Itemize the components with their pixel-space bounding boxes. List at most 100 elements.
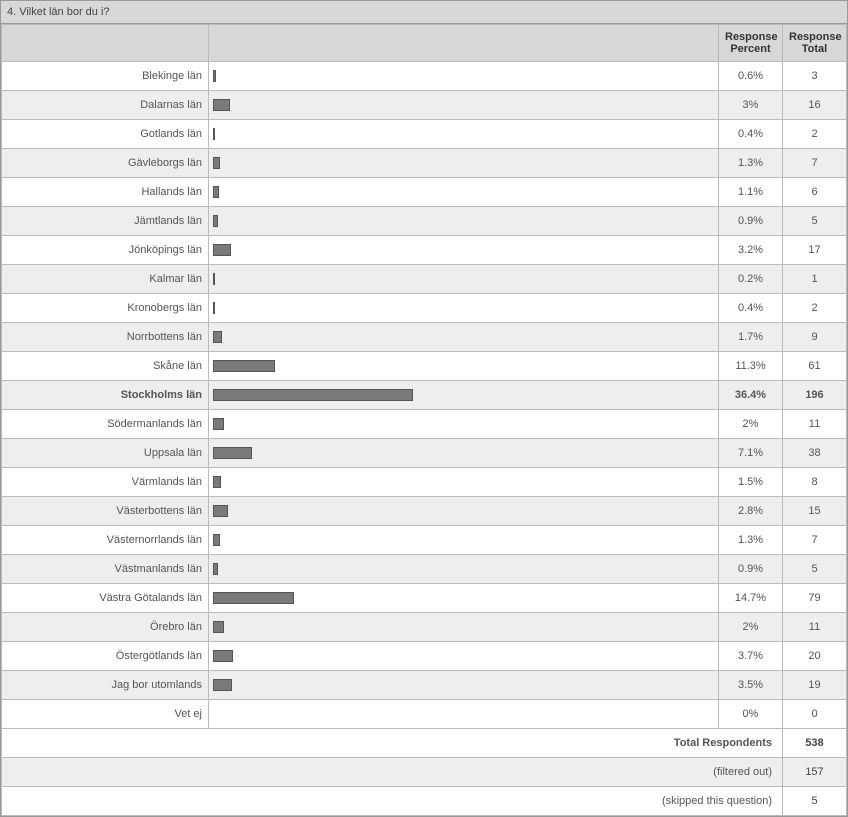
row-bar-cell: [209, 323, 719, 352]
row-label: Jämtlands län: [2, 207, 209, 236]
row-label: Dalarnas län: [2, 91, 209, 120]
row-total: 5: [783, 555, 847, 584]
row-bar-cell: [209, 62, 719, 91]
bar: [213, 447, 252, 459]
row-total: 1: [783, 265, 847, 294]
row-percent: 2%: [719, 613, 783, 642]
summary-row: (skipped this question)5: [2, 787, 847, 816]
row-bar-cell: [209, 149, 719, 178]
summary-label: Total Respondents: [2, 729, 783, 758]
table-row: Västmanlands län0.9%5: [2, 555, 847, 584]
row-percent: 1.3%: [719, 526, 783, 555]
table-row: Västra Götalands län14.7%79: [2, 584, 847, 613]
table-row: Blekinge län0.6%3: [2, 62, 847, 91]
row-percent: 1.7%: [719, 323, 783, 352]
row-total: 0: [783, 700, 847, 729]
summary-value: 157: [783, 758, 847, 787]
table-row: Vet ej0%0: [2, 700, 847, 729]
header-row: Response Percent Response Total: [2, 25, 847, 62]
row-percent: 1.1%: [719, 178, 783, 207]
row-percent: 0.9%: [719, 207, 783, 236]
table-row: Västerbottens län2.8%15: [2, 497, 847, 526]
row-total: 17: [783, 236, 847, 265]
row-label: Jönköpings län: [2, 236, 209, 265]
row-bar-cell: [209, 352, 719, 381]
row-total: 3: [783, 62, 847, 91]
row-label: Uppsala län: [2, 439, 209, 468]
row-percent: 0%: [719, 700, 783, 729]
row-percent: 1.5%: [719, 468, 783, 497]
row-label: Östergötlands län: [2, 642, 209, 671]
row-label: Skåne län: [2, 352, 209, 381]
row-bar-cell: [209, 265, 719, 294]
row-label: Kronobergs län: [2, 294, 209, 323]
row-percent: 0.4%: [719, 294, 783, 323]
bar: [213, 592, 294, 604]
table-row: Gävleborgs län1.3%7: [2, 149, 847, 178]
bar: [213, 476, 221, 488]
row-label: Värmlands län: [2, 468, 209, 497]
row-label: Blekinge län: [2, 62, 209, 91]
row-bar-cell: [209, 439, 719, 468]
row-total: 196: [783, 381, 847, 410]
table-row: Stockholms län36.4%196: [2, 381, 847, 410]
row-label: Västra Götalands län: [2, 584, 209, 613]
row-total: 7: [783, 149, 847, 178]
table-row: Jag bor utomlands3.5%19: [2, 671, 847, 700]
row-bar-cell: [209, 178, 719, 207]
bar: [213, 650, 233, 662]
table-row: Hallands län1.1%6: [2, 178, 847, 207]
header-percent: Response Percent: [719, 25, 783, 62]
row-label: Örebro län: [2, 613, 209, 642]
row-total: 2: [783, 120, 847, 149]
table-row: Dalarnas län3%16: [2, 91, 847, 120]
row-bar-cell: [209, 381, 719, 410]
row-bar-cell: [209, 410, 719, 439]
row-total: 20: [783, 642, 847, 671]
row-label: Västerbottens län: [2, 497, 209, 526]
row-bar-cell: [209, 468, 719, 497]
row-bar-cell: [209, 294, 719, 323]
row-total: 8: [783, 468, 847, 497]
row-bar-cell: [209, 236, 719, 265]
row-percent: 3.2%: [719, 236, 783, 265]
row-total: 11: [783, 410, 847, 439]
row-total: 2: [783, 294, 847, 323]
table-row: Uppsala län7.1%38: [2, 439, 847, 468]
row-label: Västernorrlands län: [2, 526, 209, 555]
table-row: Kalmar län 0.2%1: [2, 265, 847, 294]
bar: [213, 70, 216, 82]
row-total: 11: [783, 613, 847, 642]
row-percent: 11.3%: [719, 352, 783, 381]
table-row: Skåne län 11.3%61: [2, 352, 847, 381]
summary-value: 538: [783, 729, 847, 758]
table-row: Östergötlands län 3.7%20: [2, 642, 847, 671]
row-bar-cell: [209, 584, 719, 613]
bar: [213, 128, 215, 140]
bar: [213, 360, 275, 372]
row-total: 61: [783, 352, 847, 381]
bar: [213, 302, 215, 314]
bar: [213, 273, 215, 285]
row-label: Kalmar län: [2, 265, 209, 294]
row-total: 16: [783, 91, 847, 120]
survey-results-panel: 4. Vilket län bor du i? Response Percent…: [0, 0, 848, 817]
row-bar-cell: [209, 526, 719, 555]
row-percent: 7.1%: [719, 439, 783, 468]
bar: [213, 679, 232, 691]
row-bar-cell: [209, 497, 719, 526]
header-total: Response Total: [783, 25, 847, 62]
summary-label: (filtered out): [2, 758, 783, 787]
table-row: Värmlands län 1.5%8: [2, 468, 847, 497]
bar: [213, 215, 218, 227]
row-percent: 3.7%: [719, 642, 783, 671]
row-label: Hallands län: [2, 178, 209, 207]
row-bar-cell: [209, 700, 719, 729]
row-percent: 1.3%: [719, 149, 783, 178]
table-row: Jönköpings län 3.2%17: [2, 236, 847, 265]
table-row: Gotlands län0.4%2: [2, 120, 847, 149]
row-bar-cell: [209, 120, 719, 149]
row-percent: 0.2%: [719, 265, 783, 294]
row-bar-cell: [209, 207, 719, 236]
row-percent: 36.4%: [719, 381, 783, 410]
